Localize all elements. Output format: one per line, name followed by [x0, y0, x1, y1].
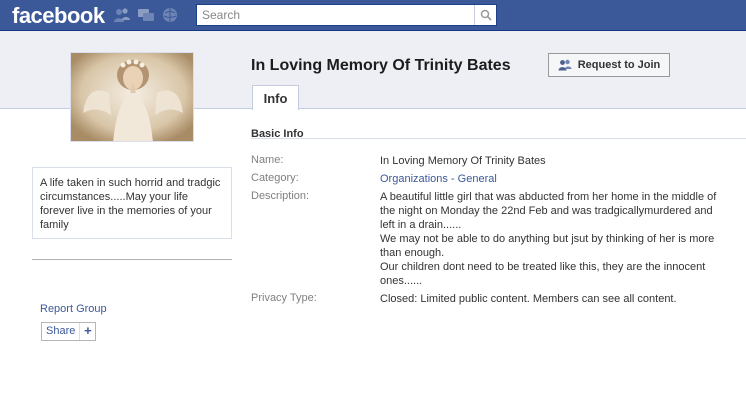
basic-info-divider: [251, 138, 746, 139]
description-paragraph: We may not be able to do anything but js…: [380, 233, 715, 259]
tab-info[interactable]: Info: [252, 85, 299, 110]
angel-portrait-image: [71, 53, 193, 141]
report-group-link[interactable]: Report Group: [40, 303, 107, 315]
group-about-box: A life taken in such horrid and tradgic …: [32, 167, 232, 239]
description-paragraph: A beautiful little girl that was abducte…: [380, 191, 717, 231]
top-bar: facebook: [0, 0, 746, 31]
info-value-description: A beautiful little girl that was abducte…: [380, 190, 725, 288]
description-paragraph: Our children dont need to be treated lik…: [380, 261, 706, 287]
category-link-organizations[interactable]: Organizations: [380, 173, 448, 185]
info-label-description: Description:: [251, 190, 310, 202]
page-title: In Loving Memory Of Trinity Bates: [251, 57, 511, 74]
info-value-privacy: Closed: Limited public content. Members …: [380, 293, 677, 305]
notifications-icon[interactable]: [161, 7, 179, 23]
messages-icon[interactable]: [137, 7, 155, 23]
facebook-logo[interactable]: facebook: [12, 3, 105, 29]
group-profile-picture[interactable]: [70, 52, 194, 142]
friend-requests-icon[interactable]: [113, 7, 131, 23]
info-label-privacy: Privacy Type:: [251, 292, 317, 304]
category-separator: -: [447, 173, 458, 185]
share-button[interactable]: Share +: [41, 322, 97, 341]
request-to-join-button[interactable]: Request to Join: [548, 53, 670, 77]
share-plus-icon: +: [79, 323, 95, 340]
category-link-general[interactable]: General: [458, 173, 497, 185]
info-value-name: In Loving Memory Of Trinity Bates: [380, 155, 546, 167]
search-button[interactable]: [474, 5, 496, 25]
group-members-icon: [558, 59, 572, 71]
share-label: Share: [46, 325, 76, 337]
jewel-icons: [113, 7, 179, 23]
search-input[interactable]: [197, 5, 475, 25]
search-box: [196, 4, 497, 26]
left-divider: [32, 259, 232, 260]
info-value-category: Organizations - General: [380, 172, 497, 186]
info-label-category: Category:: [251, 172, 299, 184]
request-to-join-label: Request to Join: [577, 59, 661, 71]
info-label-name: Name:: [251, 154, 284, 166]
search-icon: [480, 9, 492, 21]
